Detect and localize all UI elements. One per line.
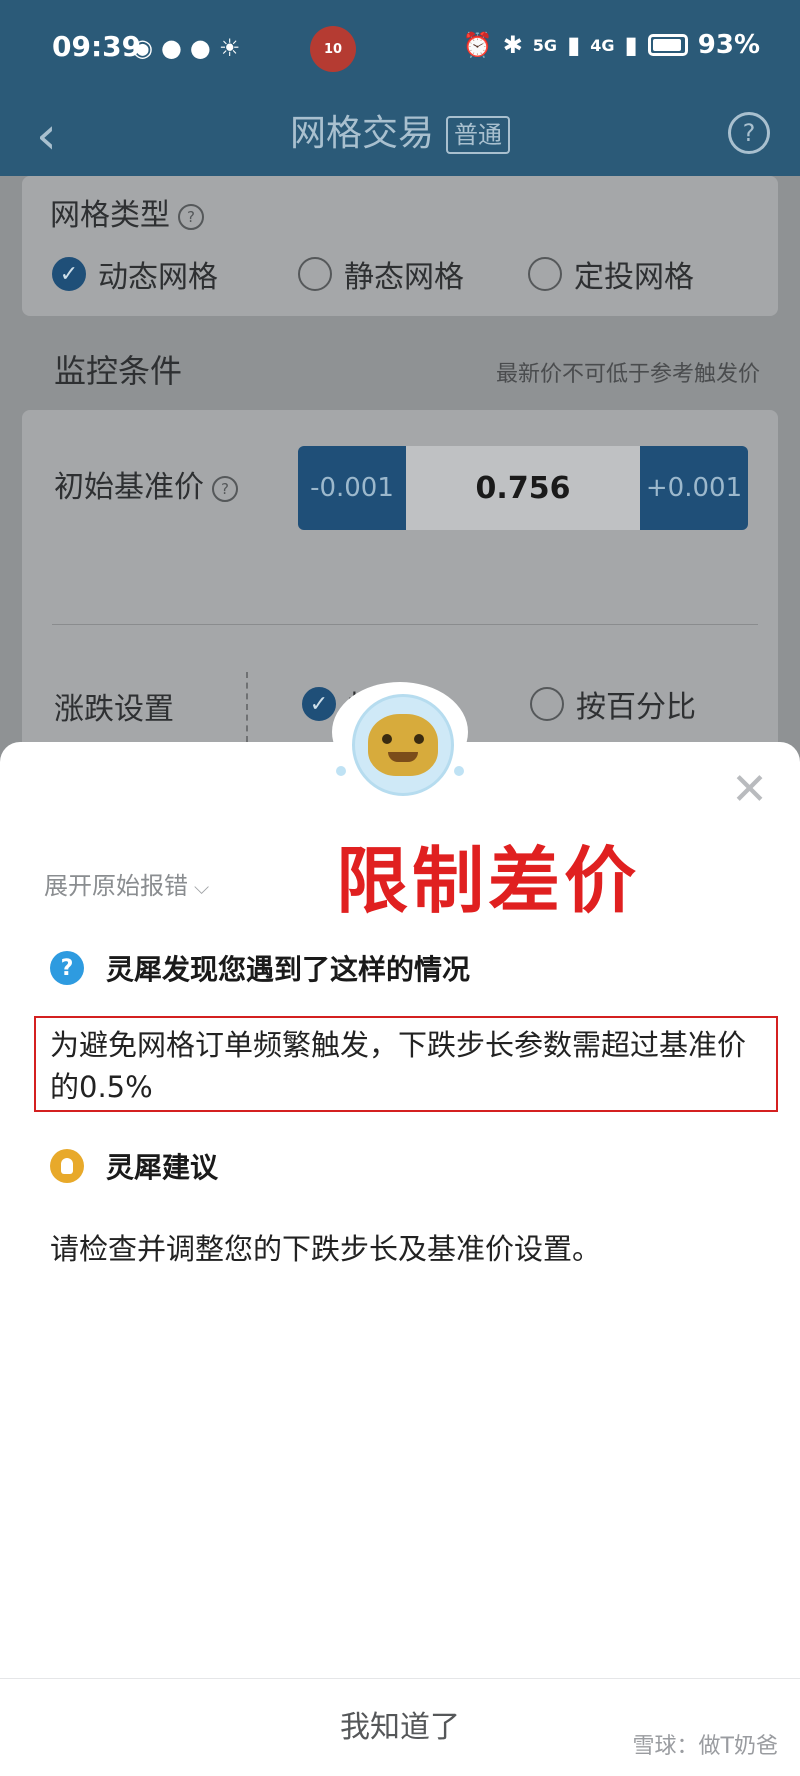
error-popup-sheet: ✕ 展开原始报错 ⌵ 限制差价 ? 灵犀发现您遇到了这样的情况 为避免网格订单频繁… <box>0 682 800 1776</box>
question-circle-icon[interactable]: ? <box>728 112 770 154</box>
base-price-label: 初始基准价? <box>54 462 238 506</box>
radio-dynamic-grid[interactable]: ✓ 动态网格 <box>52 252 218 296</box>
radio-circle-icon <box>530 687 564 721</box>
question-circle-icon: ? <box>50 951 84 985</box>
radio-fixed-invest-grid[interactable]: 定投网格 <box>528 252 694 296</box>
suggestion-heading: 灵犀建议 <box>50 1146 218 1186</box>
change-setting-label: 涨跌设置 <box>54 692 174 727</box>
alarm-icon: ⏰ <box>462 31 493 59</box>
help-icon[interactable]: ? <box>212 475 238 502</box>
suggestion-text: 请检查并调整您的下跌步长及基准价设置。 <box>50 1232 602 1266</box>
issue-heading: ? 灵犀发现您遇到了这样的情况 <box>50 948 470 988</box>
check-icon: ✓ <box>302 687 336 721</box>
close-icon[interactable]: ✕ <box>731 768 768 812</box>
decor-dot <box>336 766 346 776</box>
base-price-stepper[interactable]: -0.001 0.756 +0.001 <box>298 446 748 530</box>
monitor-hint: 最新价不可低于参考触发价 <box>495 362 760 387</box>
mascot-face <box>368 714 438 776</box>
signal-icon: ▮ <box>624 31 638 59</box>
expand-original-error-link[interactable]: 展开原始报错 ⌵ <box>44 866 209 901</box>
lightbulb-icon <box>50 1149 84 1183</box>
radio-static-grid[interactable]: 静态网格 <box>298 252 464 296</box>
radio-circle-icon <box>298 257 332 291</box>
status-icons-left: ◉ ● ● ☀ <box>132 34 240 62</box>
page-title: 网格交易 普通 <box>0 106 800 162</box>
wechat-icon: ● <box>160 34 182 62</box>
increment-button[interactable]: +0.001 <box>640 446 748 530</box>
grid-type-card: 网格类型? ✓ 动态网格 静态网格 定投网格 <box>22 176 778 316</box>
vertical-divider <box>246 672 248 742</box>
decrement-button[interactable]: -0.001 <box>298 446 406 530</box>
battery-icon <box>647 34 688 56</box>
radio-circle-icon <box>528 257 562 291</box>
divider <box>52 624 758 625</box>
decor-dot <box>454 766 464 776</box>
status-bar: 09:39 ◉ ● ● ☀ 10 ⏰ ✱ 5G ▮ 4G ▮ 93% <box>0 0 800 98</box>
status-time: 09:39 <box>52 30 142 63</box>
monitor-title: 监控条件 <box>54 352 183 390</box>
signal-icon: ▮ <box>567 31 581 59</box>
annotation-text: 限制差价 <box>336 839 641 923</box>
mascot-avatar-icon <box>352 694 454 796</box>
chevron-down-icon: ⌵ <box>194 875 210 899</box>
grid-type-label: 网格类型? <box>50 190 204 234</box>
signal-4g: 4G <box>590 35 615 55</box>
issue-highlight-box: 为避免网格订单频繁触发，下跌步长参数需超过基准价的0.5% <box>34 1016 778 1112</box>
weather-icon: ☀ <box>218 34 241 62</box>
signal-5g: 5G <box>532 35 558 55</box>
bluetooth-icon: ✱ <box>502 31 523 59</box>
status-icons-right: ⏰ ✱ 5G ▮ 4G ▮ 93% <box>463 30 760 60</box>
help-icon[interactable]: ? <box>178 203 204 230</box>
issue-text: 为避免网格订单频繁触发，下跌步长参数需超过基准价的0.5% <box>50 1028 747 1104</box>
eye-icon: ◉ <box>132 34 153 62</box>
radio-by-percent[interactable]: 按百分比 <box>530 682 696 726</box>
check-icon: ✓ <box>52 257 86 291</box>
app-header: ‹ 网格交易 普通 ? <box>0 98 800 176</box>
watermark: 雪球：做T奶爸 <box>632 1734 778 1759</box>
app-badge-icon: 10 <box>310 26 356 72</box>
wechat-icon: ● <box>189 34 211 62</box>
title-tag: 普通 <box>446 116 510 154</box>
battery-percent: 93% <box>697 30 760 60</box>
base-price-input[interactable]: 0.756 <box>406 446 640 530</box>
